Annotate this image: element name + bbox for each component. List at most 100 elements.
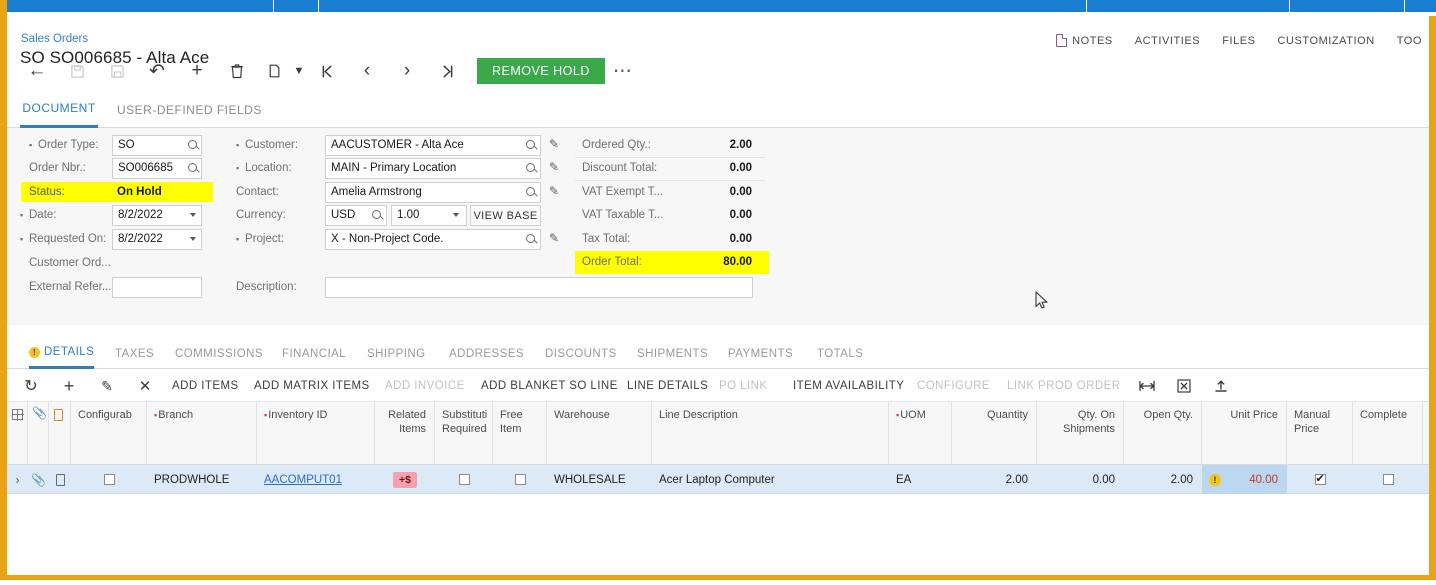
date-input[interactable]: 8/2/2022	[112, 205, 202, 226]
cell-inventory-id[interactable]: AACOMPUT01	[257, 465, 375, 494]
contact-edit-pencil-icon[interactable]: ✎	[549, 184, 563, 198]
tab-user-defined-fields[interactable]: USER-DEFINED FIELDS	[117, 97, 262, 128]
attachment-icon[interactable]: 📎	[31, 473, 46, 487]
column-header-attachment-icon[interactable]: 📎	[28, 402, 49, 465]
cell-free-item[interactable]	[493, 465, 547, 494]
column-header-free-item[interactable]: Free Item	[493, 402, 547, 465]
tab-details[interactable]: ! DETAILS	[29, 338, 95, 369]
unit-price-warning-icon[interactable]: !	[1209, 473, 1221, 486]
checkbox-free-item[interactable]	[514, 474, 526, 485]
cell-unit-price[interactable]: ! 40.00	[1202, 465, 1287, 494]
column-header-quantity[interactable]: Quantity	[952, 402, 1037, 465]
order-nbr-input[interactable]: SO006685	[112, 158, 202, 179]
tab-taxes[interactable]: TAXES	[115, 338, 154, 369]
column-header-completed[interactable]: Complete	[1353, 402, 1423, 465]
cell-quantity[interactable]: 2.00	[952, 465, 1037, 494]
delete-row-icon[interactable]: ✕	[133, 370, 157, 402]
header-link-customization[interactable]: CUSTOMIZATION	[1278, 35, 1375, 47]
copy-dropdown-caret-icon[interactable]: ▼	[291, 56, 307, 86]
order-type-input[interactable]: SO	[112, 135, 202, 156]
column-header-uom[interactable]: ▪UOM	[889, 402, 952, 465]
checkbox-substitution-required[interactable]	[458, 474, 470, 485]
cell-line-description[interactable]: Acer Laptop Computer	[652, 465, 889, 494]
column-header-open-qty[interactable]: Open Qty.	[1124, 402, 1202, 465]
column-header-unit-price[interactable]: Unit Price	[1202, 402, 1287, 465]
inventory-id-link[interactable]: AACOMPUT01	[264, 474, 342, 486]
cell-qty-on-shipments[interactable]: 0.00	[1037, 465, 1124, 494]
cell-branch[interactable]: PRODWHOLE	[147, 465, 257, 494]
project-edit-pencil-icon[interactable]: ✎	[549, 231, 563, 245]
checkbox-manual-price[interactable]	[1314, 472, 1326, 485]
description-input[interactable]	[325, 277, 753, 298]
header-link-files[interactable]: FILES	[1222, 35, 1255, 47]
cell-uom[interactable]: EA	[889, 465, 952, 494]
row-selector-icon[interactable]: ›	[16, 473, 20, 487]
tab-addresses[interactable]: ADDRESSES	[449, 338, 524, 369]
location-input[interactable]: MAIN - Primary Location	[325, 158, 541, 179]
line-details-button[interactable]: LINE DETAILS	[627, 370, 708, 402]
external-reference-input[interactable]	[112, 277, 202, 298]
tab-financial[interactable]: FINANCIAL	[282, 338, 346, 369]
last-record-icon[interactable]	[427, 56, 467, 86]
column-header-related-items[interactable]: Related Items	[375, 402, 435, 465]
item-availability-button[interactable]: ITEM AVAILABILITY	[793, 370, 904, 402]
currency-rate-input[interactable]: 1.00	[391, 205, 467, 226]
customer-input[interactable]: AACUSTOMER - Alta Ace	[325, 135, 541, 156]
browser-tab-strip[interactable]	[7, 0, 1436, 12]
next-record-icon[interactable]: ›	[387, 56, 427, 86]
back-arrow-icon[interactable]: ←	[17, 56, 57, 86]
column-header-line-description[interactable]: Line Description	[652, 402, 889, 465]
checkbox-completed[interactable]	[1382, 474, 1394, 485]
header-link-activities[interactable]: ACTIVITIES	[1135, 35, 1200, 47]
tab-commissions[interactable]: COMMISSIONS	[175, 338, 263, 369]
refresh-icon[interactable]: ↻	[19, 370, 43, 402]
header-link-notes[interactable]: NOTES	[1056, 34, 1113, 47]
column-header-manual-price[interactable]: Manual Price	[1287, 402, 1353, 465]
note-icon[interactable]	[54, 409, 63, 421]
add-items-button[interactable]: ADD ITEMS	[172, 370, 239, 402]
export-excel-icon[interactable]	[1172, 370, 1196, 402]
column-header-branch[interactable]: ▪Branch	[147, 402, 257, 465]
copy-paste-icon[interactable]	[257, 56, 291, 86]
header-link-tools[interactable]: TOO	[1397, 35, 1422, 47]
view-base-button[interactable]: VIEW BASE	[470, 205, 541, 226]
attachment-icon[interactable]: 📎	[32, 406, 47, 421]
customer-edit-pencil-icon[interactable]: ✎	[549, 137, 563, 151]
cell-open-qty[interactable]: 2.00	[1124, 465, 1202, 494]
location-edit-pencil-icon[interactable]: ✎	[549, 160, 563, 174]
column-header-qty-on-shipments[interactable]: Qty. On Shipments	[1037, 402, 1124, 465]
tab-document[interactable]: DOCUMENT	[20, 97, 98, 128]
breadcrumb[interactable]: Sales Orders	[21, 33, 88, 45]
remove-hold-button[interactable]: REMOVE HOLD	[477, 58, 605, 84]
undo-icon[interactable]: ↶	[137, 56, 177, 86]
cell-configurable[interactable]	[71, 465, 147, 494]
tab-payments[interactable]: PAYMENTS	[728, 338, 793, 369]
tab-discounts[interactable]: DISCOUNTS	[545, 338, 617, 369]
more-actions-icon[interactable]: ⋯	[605, 56, 641, 86]
add-row-icon[interactable]: +	[57, 370, 81, 402]
related-items-badge[interactable]: +$	[393, 471, 417, 488]
delete-icon[interactable]	[217, 56, 257, 86]
cell-note-icon[interactable]	[49, 465, 71, 494]
edit-row-icon[interactable]: ✎	[95, 370, 119, 402]
requested-on-input[interactable]: 8/2/2022	[112, 229, 202, 250]
tab-totals[interactable]: TOTALS	[817, 338, 863, 369]
cell-substitution-required[interactable]	[435, 465, 493, 494]
column-header-inventory-id[interactable]: ▪Inventory ID	[257, 402, 375, 465]
column-header-substitution-required[interactable]: Substituti Required	[435, 402, 493, 465]
cell-grid-settings-icon[interactable]: ›	[7, 465, 28, 494]
cell-attachment-icon[interactable]: 📎	[28, 465, 49, 494]
tab-shipments[interactable]: SHIPMENTS	[637, 338, 708, 369]
column-header-note-icon[interactable]	[49, 402, 71, 465]
project-input[interactable]: X - Non-Project Code.	[325, 229, 541, 250]
column-header-warehouse[interactable]: Warehouse	[547, 402, 652, 465]
column-header-configurable[interactable]: Configurab	[71, 402, 147, 465]
note-icon[interactable]	[55, 473, 65, 486]
add-blanket-so-line-button[interactable]: ADD BLANKET SO LINE	[481, 370, 618, 402]
fit-columns-icon[interactable]	[1135, 370, 1159, 402]
currency-input[interactable]: USD	[325, 205, 387, 226]
add-new-icon[interactable]: +	[177, 56, 217, 86]
first-record-icon[interactable]	[307, 56, 347, 86]
table-row[interactable]: › 📎 PRODWHOLE AACOMPUT01 +$ WHOLESALE Acer Lap…	[7, 465, 1429, 494]
prev-record-icon[interactable]: ‹	[347, 56, 387, 86]
